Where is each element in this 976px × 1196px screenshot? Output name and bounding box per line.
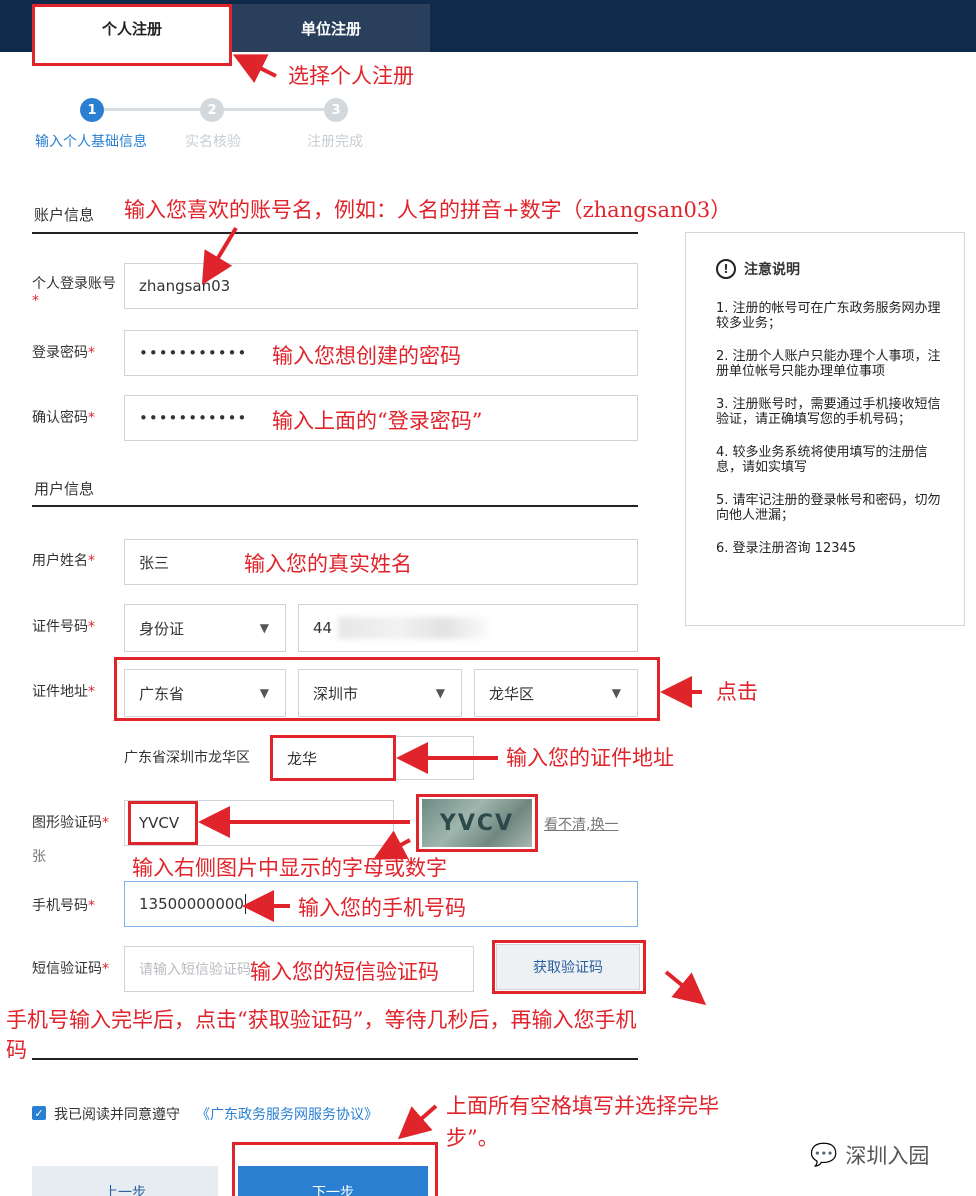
arrow-sms: [664, 970, 707, 1006]
arrow-captcha-image: [372, 830, 411, 860]
annotation-arrows: [198, 54, 707, 1140]
arrow-finish: [397, 1104, 438, 1140]
arrow-choose-personal: [232, 54, 277, 84]
arrow-account-name: [201, 226, 238, 285]
